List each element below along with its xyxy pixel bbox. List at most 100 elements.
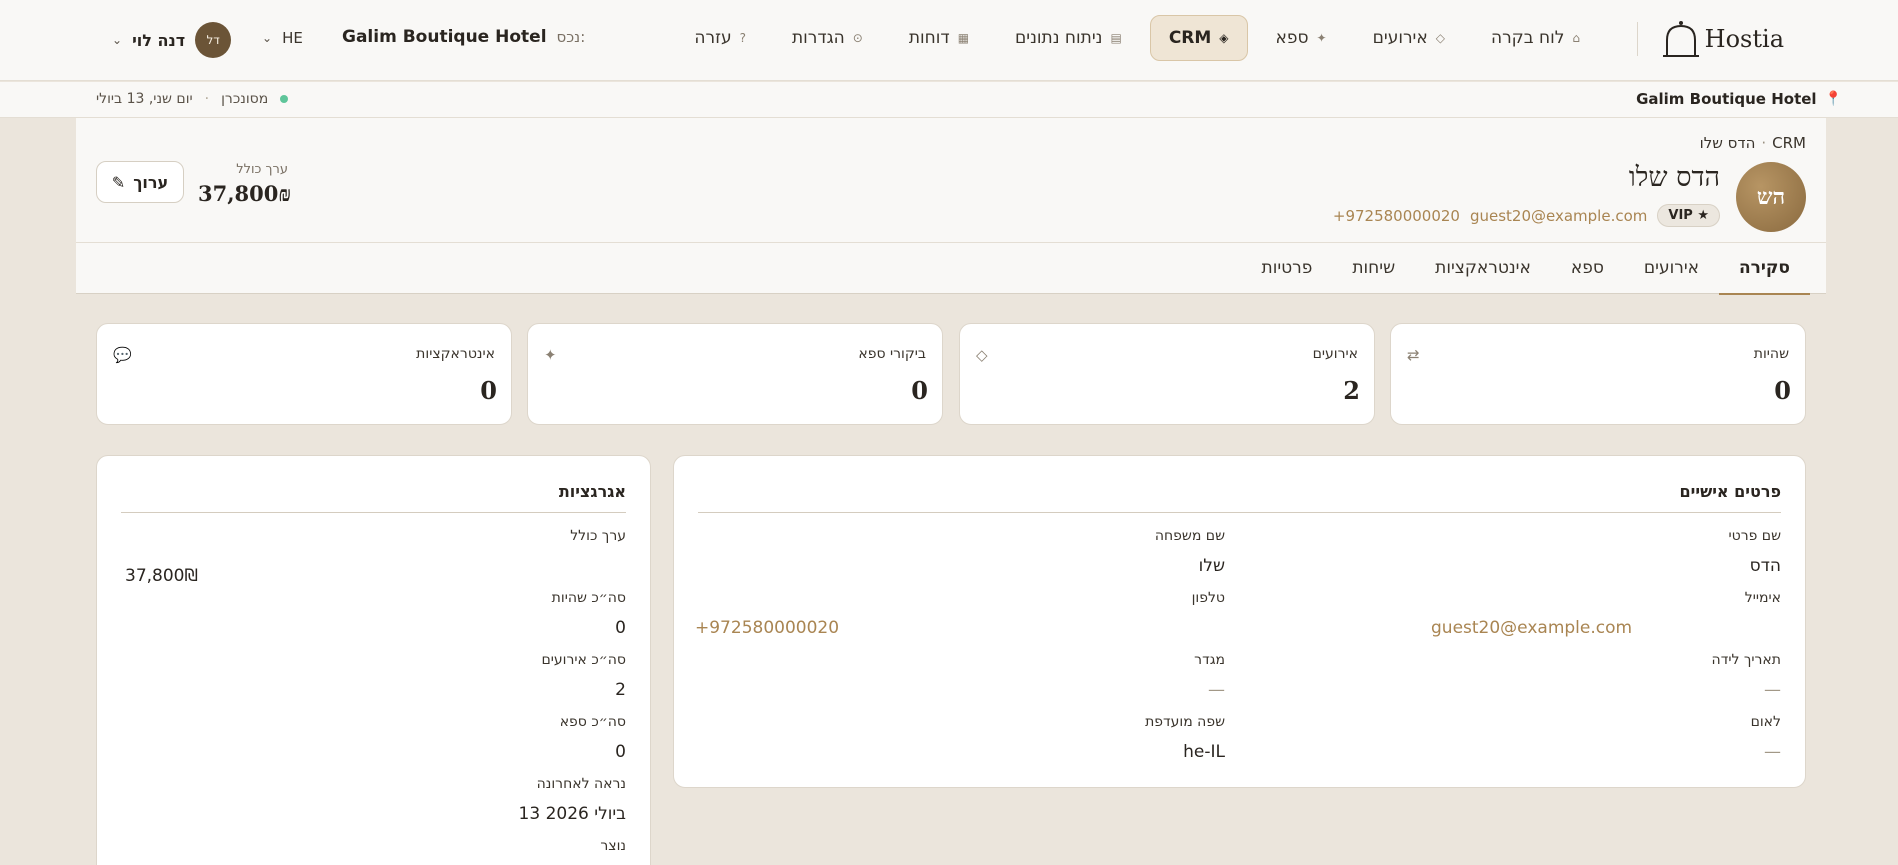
help-icon: ? — [739, 31, 746, 45]
guest-avatar: הש — [1736, 162, 1806, 232]
field-label: שפה מועדפת — [1145, 714, 1225, 730]
tab-spa[interactable]: ספא — [1551, 243, 1624, 295]
sparkle-icon: ✦ — [1316, 31, 1327, 45]
tab-privacy[interactable]: פרטיות — [1242, 243, 1333, 295]
vip-badge: VIP ★ — [1657, 204, 1720, 227]
context-bar: 📍 Galim Boutique Hotel מסונכרן · יום שני… — [0, 82, 1898, 118]
home-icon: ⌂ — [1572, 31, 1580, 45]
nav-item-label: CRM — [1168, 28, 1212, 48]
reports-icon: ▦ — [957, 31, 970, 45]
nav-item-settings[interactable]: ⊙ הגדרות — [774, 15, 881, 61]
stat-label: ביקורי ספא — [858, 346, 926, 362]
field-label: סה״כ ספא — [559, 714, 626, 730]
field-value: שלו — [1198, 556, 1225, 576]
field-value: 0 — [615, 618, 626, 638]
edit-button[interactable]: ערוך ✎ — [96, 161, 184, 203]
nav-item-spa[interactable]: ✦ ספא — [1258, 15, 1345, 61]
language-selector[interactable]: ⌄ HE — [262, 29, 303, 47]
field-label: סה״כ אירועים — [541, 652, 627, 668]
nav-item-label: הגדרות — [792, 28, 845, 48]
breadcrumb-crm[interactable]: CRM — [1772, 134, 1806, 152]
field-value: 13 ביולי 2026 — [518, 804, 626, 824]
breadcrumb-separator: · — [1761, 134, 1767, 152]
panel-divider — [698, 512, 1781, 513]
field-label: לאום — [1750, 714, 1781, 730]
stat-label: אינטראקציות — [416, 346, 495, 362]
field-label: ערך כולל — [570, 528, 626, 544]
edit-button-label: ערוך — [133, 172, 169, 192]
agg-total-spa: סה״כ ספא 0 — [560, 714, 626, 762]
tab-interactions[interactable]: אינטראקציות — [1415, 243, 1551, 295]
field-label: נוצר — [600, 838, 626, 854]
field-value: הדס — [1749, 556, 1781, 576]
nav-item-crm[interactable]: ◈ CRM — [1149, 15, 1248, 61]
sync-dot-icon — [280, 95, 289, 103]
nav-item-label: ניתוח נתונים — [1015, 28, 1103, 48]
nav-item-label: דוחות — [908, 28, 950, 48]
tab-events[interactable]: אירועים — [1624, 243, 1719, 295]
tab-conversations[interactable]: שיחות — [1332, 243, 1415, 295]
property-name: Galim Boutique Hotel — [342, 27, 547, 47]
nav-item-label: לוח בקרה — [1490, 28, 1565, 48]
agg-total-value: 37,800₪ — [125, 554, 198, 586]
field-label: שם משפחה — [1154, 528, 1225, 544]
nav-item-events[interactable]: ◇ אירועים — [1355, 15, 1463, 61]
field-label: טלפון — [1191, 590, 1225, 606]
aggregations-panel: אגרגציות ערך כולל 37,800₪ סה״כ שהיות 0 ס… — [96, 455, 651, 865]
current-hotel: 📍 Galim Boutique Hotel — [1636, 90, 1842, 108]
main-nav: ⌂ לוח בקרה ◇ אירועים ✦ ספא ◈ CRM ▤ ניתוח… — [676, 14, 1598, 62]
field-label: שם פרטי — [1728, 528, 1781, 544]
agg-total-value-label-field: ערך כולל — [570, 528, 626, 544]
email-link[interactable]: guest20@example.com — [1431, 618, 1781, 638]
stat-label: אירועים — [1312, 346, 1358, 362]
stat-value: 0 — [1774, 376, 1791, 405]
nav-item-label: ספא — [1275, 28, 1309, 48]
stat-card-events: אירועים 2 ◇ — [959, 323, 1375, 425]
property-label: נכס: — [556, 28, 586, 46]
analytics-icon: ▤ — [1110, 31, 1122, 45]
lifetime-value-amount: 37,800₪ — [198, 181, 292, 206]
nav-item-analytics[interactable]: ▤ ניתוח נתונים — [997, 15, 1140, 61]
location-pin-icon: 📍 — [1824, 91, 1842, 107]
tab-overview[interactable]: סקירה — [1719, 243, 1810, 295]
logo-text: Hostia — [1704, 25, 1784, 53]
field-value: 2 — [615, 680, 626, 700]
property-selector[interactable]: נכס: Galim Boutique Hotel — [342, 27, 585, 47]
field-value: 37,800₪ — [125, 566, 198, 586]
field-first-name: שם פרטי הדס — [1728, 528, 1781, 576]
guest-phone-link[interactable]: +972580000020 — [1333, 207, 1460, 225]
stat-value: 0 — [911, 376, 928, 405]
diamond-icon: ◇ — [1435, 31, 1445, 45]
pencil-icon: ✎ — [111, 172, 126, 192]
lifetime-value: ערך כולל 37,800₪ — [198, 162, 292, 207]
user-menu[interactable]: ⌄ דנה לוי דל — [112, 22, 232, 58]
nav-item-dashboard[interactable]: ⌂ לוח בקרה — [1473, 15, 1598, 61]
field-value: 0 — [615, 742, 626, 762]
stat-label: שהיות — [1753, 346, 1789, 362]
sparkle-icon: ✦ — [544, 346, 557, 364]
field-label: תאריך לידה — [1711, 652, 1781, 668]
stat-value: 0 — [480, 376, 497, 405]
sync-status: מסונכרן · יום שני, 13 ביולי — [96, 91, 289, 107]
nav-item-reports[interactable]: ▦ דוחות — [891, 15, 987, 61]
field-last-name: שם משפחה שלו — [1155, 528, 1225, 576]
current-date: יום שני, 13 ביולי — [96, 91, 193, 107]
nav-item-help[interactable]: ? עזרה — [676, 15, 764, 61]
field-value: — — [1764, 742, 1781, 762]
breadcrumb: CRM · הדס שלו — [1700, 134, 1806, 152]
nav-item-label: אירועים — [1372, 28, 1428, 48]
phone-link[interactable]: +972580000020 — [695, 618, 1225, 638]
stat-card-spa-visits: ביקורי ספא 0 ✦ — [527, 323, 943, 425]
field-label: מגדר — [1194, 652, 1225, 668]
crm-diamond-icon: ◈ — [1219, 31, 1229, 45]
tab-list: סקירה אירועים ספא אינטראקציות שיחות פרטי… — [1242, 243, 1810, 295]
field-email: אימייל guest20@example.com — [1431, 590, 1781, 638]
guest-email-link[interactable]: guest20@example.com — [1470, 207, 1647, 225]
stat-value: 2 — [1343, 376, 1360, 405]
logo[interactable]: Hostia — [1661, 18, 1784, 60]
guest-name: הדס שלו — [1628, 162, 1720, 193]
breadcrumb-current: הדס שלו — [1699, 134, 1756, 152]
field-preferred-language: שפה מועדפת he-IL — [1145, 714, 1225, 762]
panel-title: אגרגציות — [558, 482, 626, 501]
language-code: HE — [282, 29, 303, 47]
